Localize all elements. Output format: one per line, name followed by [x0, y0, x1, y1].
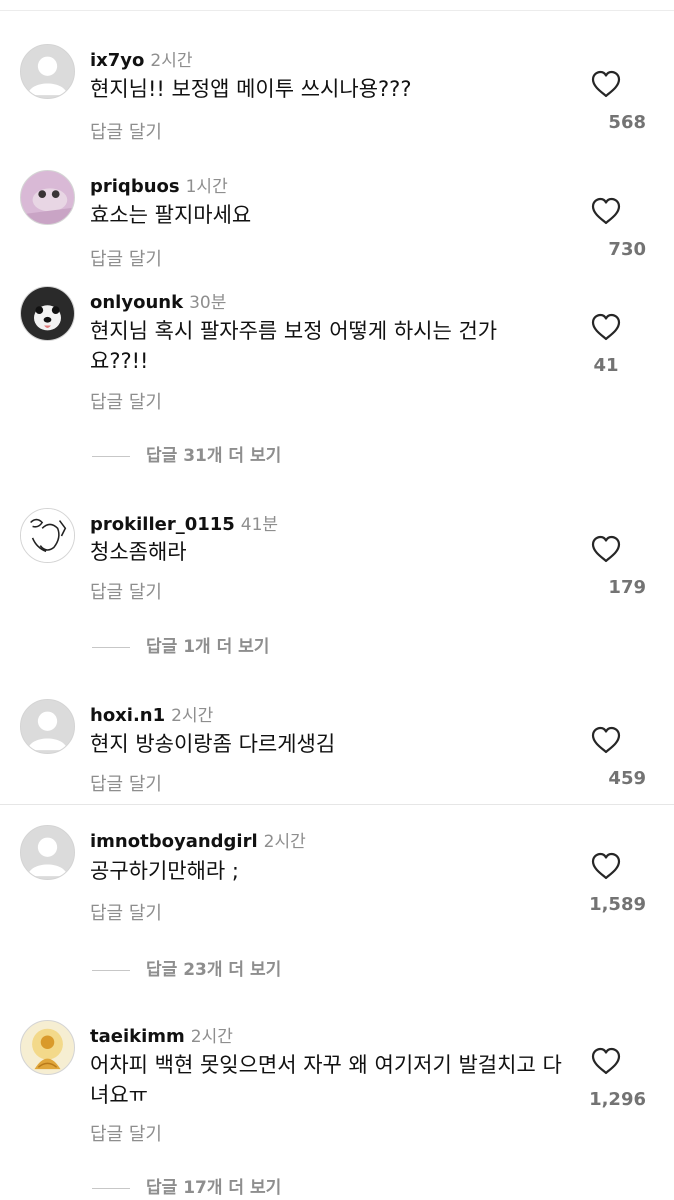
heart-icon[interactable] — [591, 1047, 621, 1075]
view-more-replies[interactable]: 답글 23개 더 보기 — [92, 955, 281, 980]
like-count: 459 — [608, 768, 646, 789]
view-more-replies[interactable]: 답글 17개 더 보기 — [92, 1173, 281, 1198]
comment-text: 현지 방송이랑좀 다르게생김 — [90, 732, 336, 756]
view-more-replies[interactable]: 답글 31개 더 보기 — [92, 441, 281, 466]
divider-line — [92, 646, 130, 648]
avatar[interactable] — [20, 170, 75, 225]
heart-icon[interactable] — [591, 535, 621, 563]
comment-time: 2시간 — [190, 1027, 233, 1047]
reply-button[interactable]: 답글 달기 — [90, 1120, 162, 1146]
username[interactable]: taeikimm — [90, 1026, 185, 1047]
comment-time: 41분 — [240, 515, 279, 535]
view-more-replies[interactable]: 답글 1개 더 보기 — [92, 632, 269, 657]
default-user-icon — [21, 700, 74, 753]
like-count: 179 — [608, 577, 646, 598]
comment-time: 2시간 — [263, 832, 306, 852]
reply-button[interactable]: 답글 달기 — [90, 388, 162, 414]
heart-icon[interactable] — [591, 197, 621, 225]
like-count: 41 — [593, 355, 619, 376]
comment-text: 현지님!! 보정앱 메이투 쓰시나용??? — [90, 77, 412, 101]
avatar[interactable] — [20, 508, 75, 563]
comment-time: 2시간 — [171, 706, 214, 726]
divider — [0, 804, 674, 805]
top-divider — [0, 10, 674, 11]
drawing-avatar — [21, 509, 74, 562]
comment-text: 어차피 백현 못잊으면서 자꾸 왜 여기저기 발걸치고 다녀요ㅠ — [90, 1053, 562, 1107]
avatar[interactable] — [20, 1020, 75, 1075]
divider-line — [92, 455, 130, 457]
avatar[interactable] — [20, 825, 75, 880]
like-count: 1,296 — [589, 1089, 646, 1110]
like-count: 730 — [608, 239, 646, 260]
comment-text: 청소좀해라 — [90, 540, 187, 564]
comment-text: 공구하기만해라 ; — [90, 859, 239, 883]
reply-button[interactable]: 답글 달기 — [90, 578, 162, 604]
username[interactable]: prokiller_0115 — [90, 514, 235, 535]
reply-button[interactable]: 답글 달기 — [90, 118, 162, 144]
view-more-replies-label: 답글 23개 더 보기 — [146, 960, 282, 980]
username[interactable]: hoxi.n1 — [90, 705, 165, 726]
reply-button[interactable]: 답글 달기 — [90, 245, 162, 271]
comment-text: 현지님 혹시 팔자주름 보정 어떻게 하시는 건가요??!! — [90, 319, 498, 373]
avatar[interactable] — [20, 699, 75, 754]
default-user-icon — [21, 45, 74, 98]
username[interactable]: ix7yo — [90, 50, 144, 71]
reply-button[interactable]: 답글 달기 — [90, 770, 162, 796]
avatar[interactable] — [20, 286, 75, 341]
dog-photo-avatar — [21, 287, 74, 340]
like-count: 1,589 — [589, 894, 646, 915]
heart-icon[interactable] — [591, 313, 621, 341]
username[interactable]: imnotboyandgirl — [90, 831, 258, 852]
username[interactable]: onlyounk — [90, 292, 183, 313]
default-user-icon — [21, 826, 74, 879]
comment-time: 2시간 — [150, 51, 193, 71]
avatar[interactable] — [20, 44, 75, 99]
reply-button[interactable]: 답글 달기 — [90, 899, 162, 925]
heart-icon[interactable] — [591, 726, 621, 754]
buddha-avatar — [21, 1021, 74, 1074]
view-more-replies-label: 답글 31개 더 보기 — [146, 446, 282, 466]
divider-line — [92, 1187, 130, 1189]
username[interactable]: priqbuos — [90, 176, 180, 197]
comment-text: 효소는 팔지마세요 — [90, 203, 252, 227]
photo-avatar — [21, 171, 74, 224]
like-count: 568 — [608, 112, 646, 133]
view-more-replies-label: 답글 17개 더 보기 — [146, 1178, 282, 1198]
comment-time: 1시간 — [185, 177, 228, 197]
view-more-replies-label: 답글 1개 더 보기 — [146, 637, 270, 657]
heart-icon[interactable] — [591, 70, 621, 98]
comment-time: 30분 — [189, 293, 227, 313]
heart-icon[interactable] — [591, 852, 621, 880]
divider-line — [92, 969, 130, 971]
